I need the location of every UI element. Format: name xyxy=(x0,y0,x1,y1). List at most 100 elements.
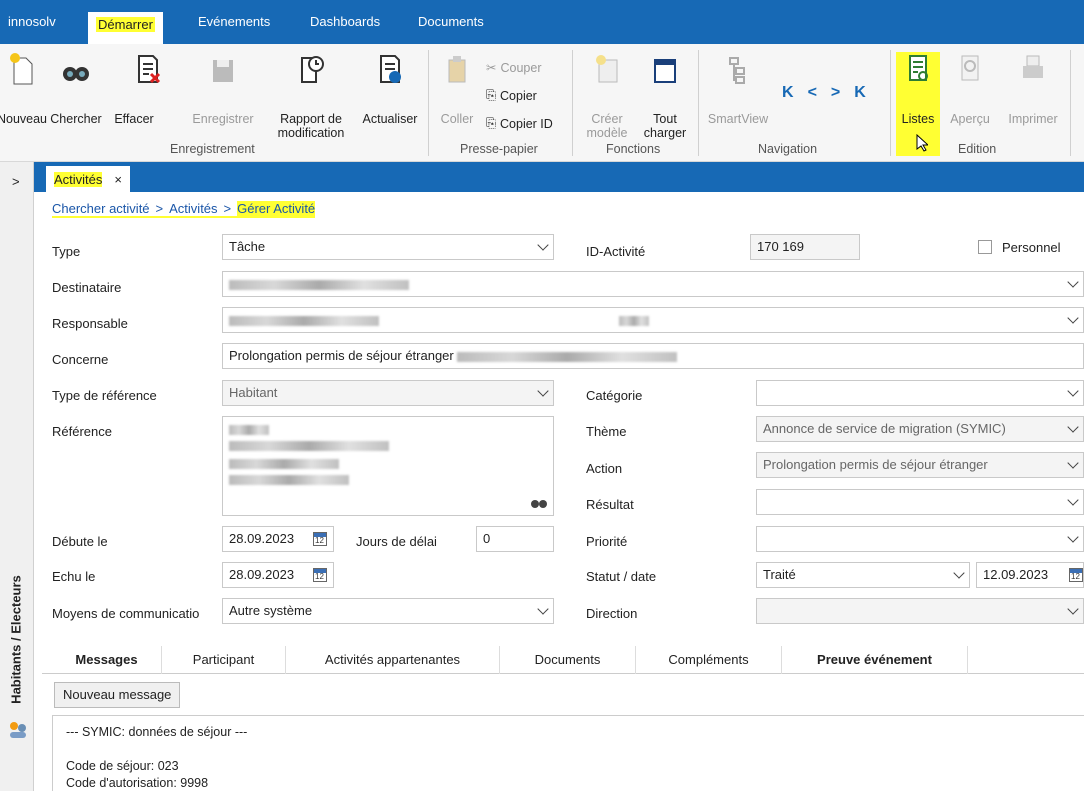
record-navigation: K < > K xyxy=(782,84,866,102)
debute-label: Débute le xyxy=(52,534,108,549)
chercher-button[interactable]: Chercher xyxy=(44,52,108,134)
rapport-modification-button[interactable]: Rapport de modification xyxy=(268,52,354,142)
last-record-icon[interactable]: K xyxy=(854,84,866,102)
ribbon-separator xyxy=(572,50,573,156)
sidebar-vertical-label: Habitants / Electeurs xyxy=(8,575,24,704)
resultat-select[interactable] xyxy=(756,489,1084,515)
creer-label-2: modèle xyxy=(586,126,628,140)
calendar-icon[interactable] xyxy=(313,532,327,546)
ribbon-separator xyxy=(890,50,891,156)
menu-dashboards[interactable]: Dashboards xyxy=(310,14,380,29)
ribbon: Nouveau Chercher Effacer Enregistrer Rap… xyxy=(0,44,1084,162)
chevron-down-icon xyxy=(537,385,549,397)
effacer-button[interactable]: Effacer xyxy=(108,52,188,134)
destinataire-select[interactable] xyxy=(222,271,1084,297)
coller-button[interactable]: Coller xyxy=(434,52,480,134)
copier-id-button[interactable]: ⎘ Copier ID xyxy=(486,116,553,131)
menu-documents[interactable]: Documents xyxy=(418,14,484,29)
couper-button[interactable]: ✂ Couper xyxy=(486,60,541,76)
categorie-label: Catégorie xyxy=(586,388,643,403)
copier-id-label: Copier ID xyxy=(500,116,553,131)
type-select[interactable]: Tâche xyxy=(222,234,554,260)
refresh-doc-icon xyxy=(380,55,401,83)
left-sidebar: > Habitants / Electeurs xyxy=(0,162,34,791)
debute-date-input[interactable]: 28.09.2023 xyxy=(222,526,334,552)
redacted-text xyxy=(229,441,389,451)
copy-icon: ⎘ xyxy=(486,88,497,102)
prev-record-icon[interactable]: < xyxy=(808,84,817,102)
copier-button[interactable]: ⎘ Copier xyxy=(486,88,537,103)
concerne-input[interactable]: Prolongation permis de séjour étranger xyxy=(222,343,1084,369)
direction-select[interactable] xyxy=(756,598,1084,624)
nouveau-button[interactable]: Nouveau xyxy=(0,52,47,134)
tab-documents[interactable]: Documents xyxy=(500,646,636,674)
sidebar-expand-button[interactable]: > xyxy=(12,174,20,189)
group-presse-papier: Presse-papier xyxy=(460,142,538,156)
categorie-select[interactable] xyxy=(756,380,1084,406)
statut-date-value: 12.09.2023 xyxy=(983,567,1049,582)
menu-evenements[interactable]: Evénements xyxy=(198,14,270,29)
tab-activites-appartenantes[interactable]: Activités appartenantes xyxy=(286,646,500,674)
redacted-text xyxy=(229,459,339,469)
enregistrer-button[interactable]: Enregistrer xyxy=(186,52,260,134)
effacer-label: Effacer xyxy=(114,112,154,126)
statut-date-input[interactable]: 12.09.2023 xyxy=(976,562,1084,588)
listes-label: Listes xyxy=(901,112,935,126)
people-icon[interactable] xyxy=(8,720,28,740)
reference-box[interactable] xyxy=(222,416,554,516)
next-record-icon[interactable]: > xyxy=(831,84,840,102)
breadcrumb-activites[interactable]: Activités xyxy=(169,201,217,216)
calendar-icon[interactable] xyxy=(313,568,327,582)
redacted-text xyxy=(229,315,379,326)
statut-select[interactable]: Traité xyxy=(756,562,970,588)
smartview-label: SmartView xyxy=(707,112,769,126)
apercu-button[interactable]: Aperçu xyxy=(942,52,998,134)
tout-label-1: Tout xyxy=(653,112,677,126)
tab-participant[interactable]: Participant xyxy=(162,646,286,674)
tout-charger-button[interactable]: Tout charger xyxy=(636,52,694,142)
binoculars-icon[interactable] xyxy=(531,497,547,509)
tab-complements[interactable]: Compléments xyxy=(636,646,782,674)
moyens-select[interactable]: Autre système xyxy=(222,598,554,624)
redacted-text xyxy=(229,425,269,435)
enregistrer-label: Enregistrer xyxy=(192,112,254,126)
menu-demarrer[interactable]: Démarrer xyxy=(88,12,163,44)
creer-label-1: Créer xyxy=(591,112,623,126)
typeref-select[interactable]: Habitant xyxy=(222,380,554,406)
ribbon-separator xyxy=(1070,50,1071,156)
app-menu[interactable]: innosolv xyxy=(8,14,56,29)
smartview-button[interactable]: SmartView xyxy=(702,52,774,134)
tab-activites-label: Activités xyxy=(54,171,103,187)
echu-date-input[interactable]: 28.09.2023 xyxy=(222,562,334,588)
imprimer-button[interactable]: Imprimer xyxy=(1000,52,1066,134)
concerne-value: Prolongation permis de séjour étranger xyxy=(229,348,454,363)
creer-modele-button[interactable]: Créer modèle xyxy=(578,52,636,142)
breadcrumb: Chercher activité > Activités > Gérer Ac… xyxy=(52,201,316,218)
responsable-select[interactable] xyxy=(222,307,1084,333)
theme-select[interactable]: Annonce de service de migration (SYMIC) xyxy=(756,416,1084,442)
personnel-label: Personnel xyxy=(1002,240,1061,255)
priorite-select[interactable] xyxy=(756,526,1084,552)
first-record-icon[interactable]: K xyxy=(782,84,794,102)
debute-value: 28.09.2023 xyxy=(229,531,295,546)
chevron-down-icon xyxy=(1067,531,1079,543)
close-icon[interactable]: × xyxy=(114,172,122,187)
listes-button[interactable]: Listes xyxy=(896,52,940,156)
tab-messages[interactable]: Messages xyxy=(52,646,162,674)
tab-activites[interactable]: Activités × xyxy=(46,166,130,192)
paste-icon xyxy=(448,56,466,83)
ribbon-separator xyxy=(428,50,429,156)
personnel-checkbox[interactable] xyxy=(978,240,992,254)
scissors-icon: ✂ xyxy=(486,61,497,75)
breadcrumb-chercher-activite[interactable]: Chercher activité xyxy=(52,201,150,216)
tab-preuve-evenement[interactable]: Preuve événement xyxy=(782,646,968,674)
action-select[interactable]: Prolongation permis de séjour étranger xyxy=(756,452,1084,478)
jours-delai-input[interactable]: 0 xyxy=(476,526,554,552)
nouveau-message-button[interactable]: Nouveau message xyxy=(54,682,181,708)
chevron-down-icon xyxy=(1067,276,1079,288)
calendar-icon[interactable] xyxy=(1069,568,1083,582)
actualiser-button[interactable]: Actualiser xyxy=(356,52,424,134)
menu-demarrer-label: Démarrer xyxy=(96,17,155,32)
action-value: Prolongation permis de séjour étranger xyxy=(763,457,988,472)
document-tabbar xyxy=(34,162,1084,192)
